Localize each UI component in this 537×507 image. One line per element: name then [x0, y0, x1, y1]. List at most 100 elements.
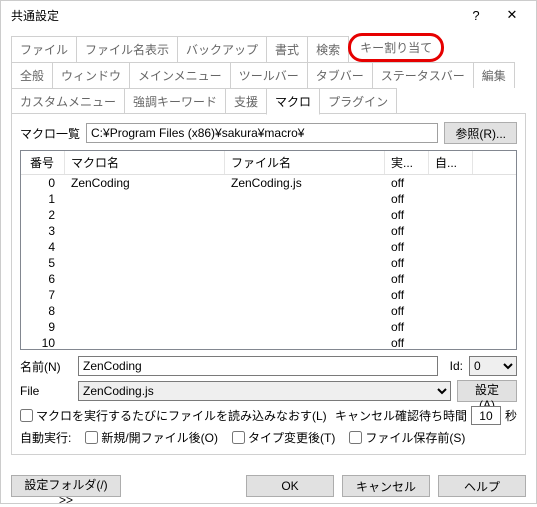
tab-キー割り当て[interactable]: キー割り当て	[348, 33, 444, 62]
cell-num: 9	[21, 319, 65, 335]
auto-label: 自動実行:	[20, 429, 71, 446]
footer: 設定フォルダ(/) >> OK キャンセル ヘルプ	[1, 465, 536, 507]
cell-auto	[429, 335, 473, 350]
tab-body-macro: マクロ一覧 参照(R)... 番号 マクロ名 ファイル名 実... 自... 0…	[11, 113, 526, 455]
settings-folder-button[interactable]: 設定フォルダ(/) >>	[11, 475, 121, 497]
help-button[interactable]: ?	[458, 4, 494, 26]
chk-save-input[interactable]	[349, 431, 362, 444]
cell-name	[65, 223, 225, 239]
cell-name	[65, 303, 225, 319]
chk-new-open[interactable]: 新規/開ファイル後(O)	[85, 429, 218, 446]
col-auto[interactable]: 自...	[429, 151, 473, 174]
name-input[interactable]	[78, 356, 438, 376]
tab-ステータスバー[interactable]: ステータスバー	[372, 62, 474, 88]
close-button[interactable]: ✕	[494, 4, 530, 26]
chk-type[interactable]: タイプ変更後(T)	[232, 429, 335, 446]
titlebar: 共通設定 ? ✕	[1, 1, 536, 29]
cell-name	[65, 287, 225, 303]
cell-file	[225, 207, 385, 223]
cell-num: 3	[21, 223, 65, 239]
table-row[interactable]: 3off	[21, 223, 516, 239]
cell-ex: off	[385, 303, 429, 319]
file-select[interactable]: ZenCoding.js	[78, 381, 451, 401]
cell-file	[225, 239, 385, 255]
tab-ツールバー[interactable]: ツールバー	[230, 62, 308, 88]
help-footer-button[interactable]: ヘルプ	[438, 475, 526, 497]
table-row[interactable]: 8off	[21, 303, 516, 319]
tab-カスタムメニュー[interactable]: カスタムメニュー	[11, 88, 125, 114]
cell-auto	[429, 191, 473, 207]
cell-file	[225, 255, 385, 271]
cell-ex: off	[385, 255, 429, 271]
form-grid: 名前(N) Id: 0 File ZenCoding.js 設定(A)	[20, 356, 517, 446]
file-label: File	[20, 384, 72, 398]
cell-num: 10	[21, 335, 65, 350]
chk-type-input[interactable]	[232, 431, 245, 444]
reload-chk-input[interactable]	[20, 409, 33, 422]
macro-path-input[interactable]	[86, 123, 438, 143]
tab-バックアップ[interactable]: バックアップ	[177, 36, 267, 62]
tab-支援[interactable]: 支援	[225, 88, 267, 114]
chk-new-open-input[interactable]	[85, 431, 98, 444]
ok-button[interactable]: OK	[246, 475, 334, 497]
tab-ウィンドウ[interactable]: ウィンドウ	[52, 62, 130, 88]
cell-file	[225, 303, 385, 319]
cell-ex: off	[385, 239, 429, 255]
cell-auto	[429, 223, 473, 239]
cell-auto	[429, 319, 473, 335]
table-row[interactable]: 6 off	[21, 271, 516, 287]
cell-num: 6	[21, 271, 65, 287]
cell-file	[225, 287, 385, 303]
macro-list[interactable]: 番号 マクロ名 ファイル名 実... 自... 0ZenCodingZenCod…	[20, 150, 517, 350]
cell-name: ZenCoding	[65, 175, 225, 191]
chk-save[interactable]: ファイル保存前(S)	[349, 429, 465, 446]
list-header: 番号 マクロ名 ファイル名 実... 自...	[21, 151, 516, 175]
tab-書式[interactable]: 書式	[266, 36, 308, 62]
cell-name	[65, 239, 225, 255]
cell-ex: off	[385, 287, 429, 303]
tab-プラグイン[interactable]: プラグイン	[319, 88, 397, 114]
tab-タブバー[interactable]: タブバー	[307, 62, 373, 88]
col-ex[interactable]: 実...	[385, 151, 429, 174]
table-row[interactable]: 10off	[21, 335, 516, 350]
cell-ex: off	[385, 207, 429, 223]
tab-強調キーワード[interactable]: 強調キーワード	[124, 88, 226, 114]
table-row[interactable]: 2off	[21, 207, 516, 223]
table-row[interactable]: 5off	[21, 255, 516, 271]
id-select[interactable]: 0	[469, 356, 517, 376]
reload-checkbox[interactable]: マクロを実行するたびにファイルを読み込みなおす(L)	[20, 407, 327, 424]
cell-num: 7	[21, 287, 65, 303]
cancel-button[interactable]: キャンセル	[342, 475, 430, 497]
col-name[interactable]: マクロ名	[65, 151, 225, 174]
tab-マクロ[interactable]: マクロ	[266, 88, 320, 115]
reload-chk-label: マクロを実行するたびにファイルを読み込みなおす(L)	[36, 407, 327, 424]
tab-ファイル名表示[interactable]: ファイル名表示	[76, 36, 178, 62]
table-row[interactable]: 0ZenCodingZenCoding.jsoff	[21, 175, 516, 191]
tab-編集[interactable]: 編集	[473, 62, 515, 88]
cell-num: 0	[21, 175, 65, 191]
cell-num: 4	[21, 239, 65, 255]
cell-name	[65, 335, 225, 350]
id-label: Id:	[450, 359, 463, 373]
cell-auto	[429, 303, 473, 319]
browse-button[interactable]: 参照(R)...	[444, 122, 517, 144]
cell-num: 1	[21, 191, 65, 207]
macro-list-label: マクロ一覧	[20, 125, 80, 142]
tab-メインメニュー[interactable]: メインメニュー	[129, 62, 231, 88]
table-row[interactable]: 1off	[21, 191, 516, 207]
content: ファイルファイル名表示バックアップ書式検索キー割り当て 全般ウィンドウメインメニ…	[1, 29, 536, 465]
table-row[interactable]: 7 off	[21, 287, 516, 303]
tabstrip: ファイルファイル名表示バックアップ書式検索キー割り当て 全般ウィンドウメインメニ…	[11, 33, 526, 455]
cancel-wait-input[interactable]	[471, 406, 501, 425]
table-row[interactable]: 9off	[21, 319, 516, 335]
cell-ex: off	[385, 271, 429, 287]
cell-file	[225, 191, 385, 207]
set-button[interactable]: 設定(A)	[457, 380, 517, 402]
tab-検索[interactable]: 検索	[307, 36, 349, 62]
col-file[interactable]: ファイル名	[225, 151, 385, 174]
table-row[interactable]: 4 off	[21, 239, 516, 255]
col-num[interactable]: 番号	[21, 151, 65, 174]
dialog-title: 共通設定	[11, 7, 458, 24]
tab-全般[interactable]: 全般	[11, 62, 53, 88]
tab-ファイル[interactable]: ファイル	[11, 36, 77, 62]
